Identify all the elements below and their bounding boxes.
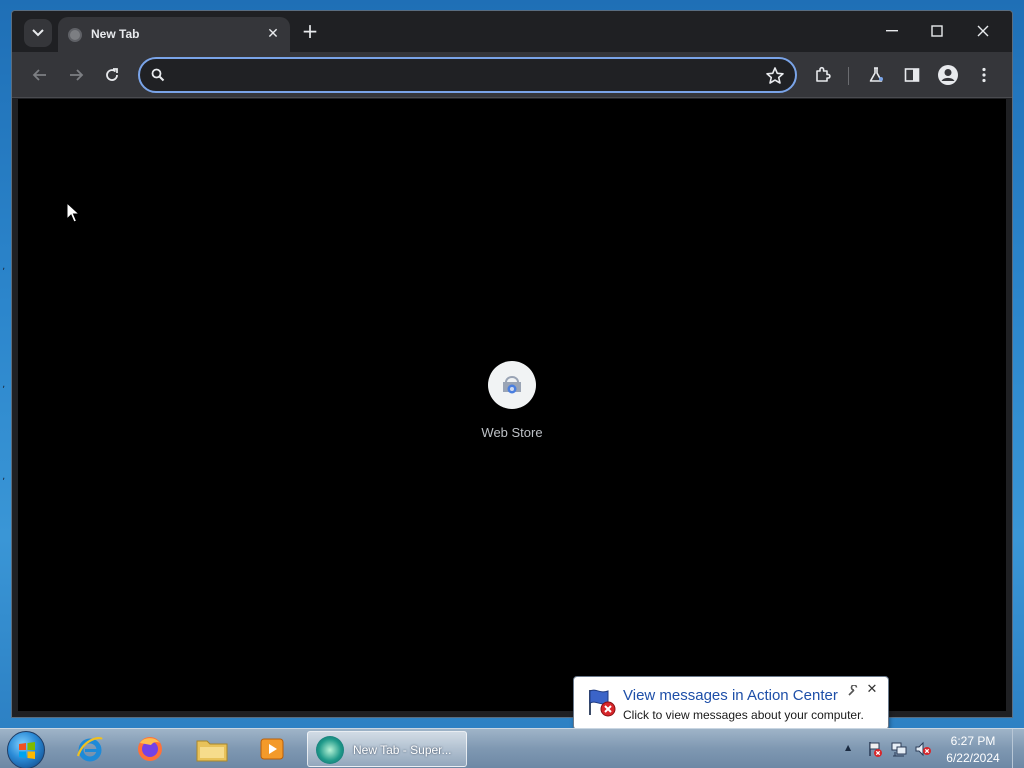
reload-button[interactable] [99, 62, 125, 88]
windows-logo-icon [19, 742, 35, 759]
notification-title: View messages in Action Center [623, 687, 838, 704]
mouse-cursor-icon [66, 202, 80, 223]
forward-button[interactable] [63, 62, 89, 88]
taskbar-file-explorer[interactable] [186, 731, 238, 767]
back-button[interactable] [27, 62, 53, 88]
extensions-button[interactable] [810, 62, 836, 88]
puzzle-icon [816, 66, 831, 82]
notification-text: Click to view messages about your comput… [623, 708, 864, 722]
avatar-icon [938, 65, 958, 85]
show-desktop-button[interactable] [1012, 729, 1024, 768]
browser-titlebar: New Tab ✕ + [12, 11, 1012, 52]
side-panel-button[interactable] [899, 62, 925, 88]
chevron-down-icon [32, 29, 44, 37]
file-explorer-icon [196, 740, 228, 762]
taskbar-media-player[interactable] [246, 731, 298, 767]
tab-title: New Tab [91, 27, 140, 41]
show-hidden-icons-button[interactable]: ▲ [845, 743, 855, 753]
reload-icon [106, 68, 118, 81]
active-window-label: New Tab - Super... [353, 743, 452, 757]
maximize-icon [931, 25, 943, 37]
tab-new-tab[interactable]: New Tab ✕ [58, 17, 290, 52]
web-store-icon [503, 376, 521, 394]
new-tab-button[interactable]: + [298, 20, 322, 44]
profile-button[interactable] [935, 62, 961, 88]
action-center-notification[interactable]: View messages in Action Center Click to … [573, 676, 889, 742]
address-input[interactable] [176, 65, 756, 85]
taskbar-active-window[interactable]: New Tab - Super... [307, 731, 467, 767]
taskbar-firefox[interactable] [124, 731, 176, 767]
desktop-icon-fragment: ʼ [2, 477, 6, 488]
close-icon [977, 25, 989, 37]
shortcut-web-store[interactable]: Web Store [468, 361, 556, 441]
action-center-flag-icon [589, 689, 616, 717]
internet-explorer-icon [76, 737, 103, 762]
maximize-button[interactable] [917, 17, 957, 45]
shortcut-label: Web Store [481, 425, 543, 440]
minimize-button[interactable] [872, 17, 912, 45]
close-icon[interactable]: ✕ [864, 682, 880, 698]
close-window-button[interactable] [963, 17, 1003, 45]
minimize-icon [886, 30, 898, 32]
toolbar-separator [848, 67, 849, 85]
taskbar-internet-explorer[interactable] [64, 731, 116, 767]
browser-window: New Tab ✕ + Web Store [11, 10, 1013, 718]
side-panel-icon [904, 68, 920, 82]
system-clock[interactable]: 6:27 PM 6/22/2024 [938, 733, 1008, 767]
start-button[interactable] [7, 731, 45, 768]
action-center-tray-icon[interactable] [866, 740, 884, 758]
close-icon[interactable]: ✕ [264, 25, 282, 43]
tab-search-button[interactable] [24, 19, 52, 47]
browser-toolbar [12, 52, 1012, 98]
clock-date: 6/22/2024 [946, 751, 1000, 765]
more-vertical-icon [982, 67, 986, 83]
firefox-icon [138, 737, 162, 761]
globe-icon [68, 28, 82, 42]
desktop-icon-fragment: ʼ [2, 385, 6, 396]
network-icon[interactable] [890, 740, 908, 758]
taskbar: New Tab - Super... ▲ 6:27 PM 6/22/2024 [0, 728, 1024, 768]
address-bar[interactable] [138, 57, 797, 93]
media-player-icon [260, 738, 284, 760]
browser-app-icon [316, 736, 344, 764]
labs-button[interactable] [863, 62, 889, 88]
bookmark-star-icon[interactable] [764, 65, 786, 87]
menu-button[interactable] [971, 62, 997, 88]
shortcut-icon-circle [488, 361, 536, 409]
clock-time: 6:27 PM [950, 734, 996, 748]
arrow-left-icon [32, 69, 46, 81]
flask-icon [869, 67, 883, 82]
wrench-icon[interactable] [847, 685, 859, 697]
search-icon [151, 68, 165, 82]
new-tab-page: Web Store [18, 99, 1006, 711]
desktop-icon-fragment: ʼ [2, 267, 6, 278]
volume-muted-icon[interactable] [914, 740, 932, 758]
arrow-right-icon [70, 69, 84, 81]
